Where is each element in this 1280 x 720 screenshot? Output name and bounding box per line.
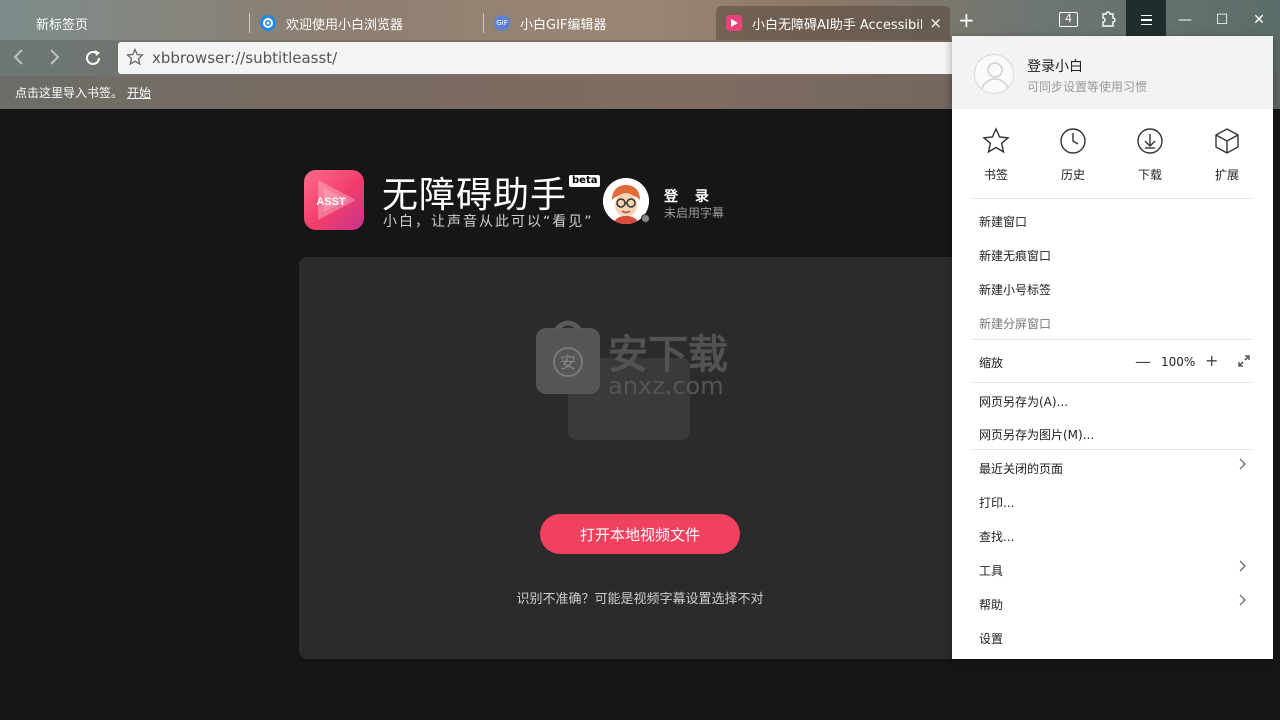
menu-user-name: 登录小白 [1027,59,1083,75]
subtitle-hint: 识别不准确？可能是视频字幕设置选择不对 [299,588,981,607]
main-menu-button[interactable] [1126,0,1166,40]
menu-new-incognito[interactable]: 新建无痕窗口 [979,247,1051,264]
quick-label: 扩展 [1214,168,1239,182]
quick-extensions[interactable]: 扩展 [1197,126,1257,183]
tab-label: 新标签页 [36,17,89,33]
menu-line [1140,19,1152,21]
tab-count-badge[interactable]: 4 [1059,12,1078,27]
watermark-logo: 安 安下载 anxz.com [532,318,752,408]
reload-icon[interactable] [83,48,103,73]
quick-bookmarks[interactable]: 书签 [966,126,1026,183]
app-logo-text: ASST [316,196,346,208]
cube-icon [1215,128,1239,154]
menu-divider [972,198,1252,199]
app-logo-icon: ASST [304,170,364,230]
import-bookmarks-text: 点击这里导入书签。 [15,86,124,100]
clock-icon [1060,128,1086,154]
gif-icon: GIF [494,15,510,31]
subtitle-hint-text[interactable]: 识别不准确？可能是视频字幕设置选择不对 [516,592,763,607]
quick-label: 历史 [1060,168,1085,182]
zoom-in-button[interactable]: + [1205,351,1218,370]
chevron-right-icon [1239,560,1247,576]
menu-new-small-tab[interactable]: 新建小号标签 [979,281,1051,298]
menu-help[interactable]: 帮助 [979,596,1003,613]
watermark-badge-text: 安 [560,353,576,372]
zoom-value: 100% [1161,355,1196,369]
quick-label: 下载 [1137,168,1162,182]
close-tab-icon[interactable]: × [929,14,942,32]
beta-badge: beta [569,175,601,187]
menu-new-split-window[interactable]: 新建分屏窗口 [979,315,1051,332]
menu-divider [972,382,1252,383]
quick-history[interactable]: 历史 [1043,126,1103,183]
menu-settings[interactable]: 设置 [979,630,1003,647]
menu-divider [972,449,1252,450]
menu-zoom-label: 缩放 [979,356,1004,370]
browser-logo-icon [260,15,276,31]
menu-user-sub: 可同步设置等使用习惯 [1027,80,1148,94]
menu-divider [972,339,1252,340]
status-dot [641,214,650,223]
chevron-right-icon [1239,594,1247,610]
close-window-button[interactable]: ✕ [1240,0,1278,40]
menu-line [1140,14,1152,17]
subtitle-status: 未启用字幕 [664,206,725,220]
tab-label: 小白无障碍AI助手 Accessibilit [752,17,922,33]
quick-label: 书签 [983,168,1008,182]
forward-icon[interactable] [47,48,61,71]
menu-user-block[interactable]: 登录小白 可同步设置等使用习惯 [952,36,1273,109]
new-tab-button[interactable]: + [958,8,975,32]
open-local-video-button[interactable]: 打开本地视频文件 [540,514,740,554]
download-icon [1137,128,1163,154]
menu-recently-closed[interactable]: 最近关闭的页面 [979,460,1063,477]
extension-puzzle-icon[interactable] [1098,10,1116,32]
watermark-domain: anxz.com [608,372,724,400]
menu-save-page-image[interactable]: 网页另存为图片(M)... [979,426,1094,443]
menu-print[interactable]: 打印... [979,494,1014,511]
import-bookmarks-start-link[interactable]: 开始 [127,84,151,101]
bookmark-star-icon[interactable] [125,47,145,70]
address-url: xbbrowser://subtitleasst/ [152,49,338,67]
user-placeholder-avatar [974,54,1014,94]
zoom-out-button[interactable]: — [1135,352,1151,371]
fullscreen-icon[interactable] [1237,354,1251,372]
title-bar: 新标签页 欢迎使用小白浏览器 GIF 小白GIF编辑器 小白无障碍AI助手 Ac… [0,0,1280,40]
back-icon[interactable] [12,48,26,71]
menu-save-page[interactable]: 网页另存为(A)... [979,393,1068,410]
menu-new-window[interactable]: 新建窗口 [979,213,1027,230]
app-slogan: 小白，让声音从此可以“看见” [383,214,594,230]
tab-new-tab[interactable]: 新标签页 [26,6,250,40]
maximize-button[interactable]: ☐ [1203,0,1241,40]
tab-accessibility-assistant[interactable]: 小白无障碍AI助手 Accessibilit × [716,6,950,40]
tab-label: 欢迎使用小白浏览器 [286,17,404,33]
quick-downloads[interactable]: 下载 [1120,126,1180,183]
main-menu-dropdown: 登录小白 可同步设置等使用习惯 书签 历史 下载 扩展 新建窗口 新建无痕窗口 … [952,36,1273,659]
menu-find[interactable]: 查找... [979,528,1014,545]
tab-welcome[interactable]: 欢迎使用小白浏览器 [250,6,484,40]
menu-tools[interactable]: 工具 [979,562,1003,579]
tab-label: 小白GIF编辑器 [520,17,607,33]
login-link[interactable]: 登 录 [664,186,715,206]
menu-line [1140,23,1152,26]
chevron-right-icon [1239,458,1247,474]
address-bar[interactable]: xbbrowser://subtitleasst/ [118,42,1018,74]
star-icon [982,127,1010,154]
minimize-button[interactable]: — [1166,0,1204,40]
tab-gif-editor[interactable]: GIF 小白GIF编辑器 [484,6,710,40]
play-icon [726,15,742,31]
